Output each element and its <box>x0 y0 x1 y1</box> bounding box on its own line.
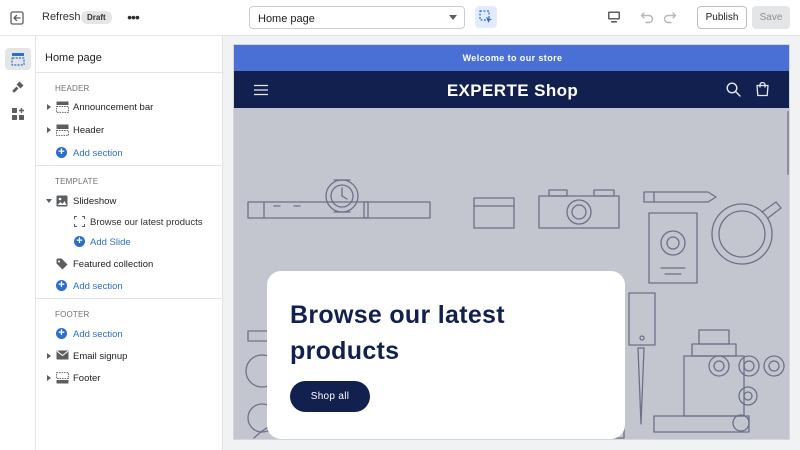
section-featured-collection[interactable]: Featured collection <box>36 254 223 274</box>
group-label-header: HEADER <box>55 84 90 93</box>
section-header[interactable]: Header <box>36 120 223 140</box>
store-header[interactable]: EXPERTE Shop <box>234 71 789 108</box>
chevron-down-icon <box>449 15 457 20</box>
desktop-preview-icon[interactable] <box>606 9 622 28</box>
store-preview: Welcome to our store EXPERTE Shop Browse… <box>233 44 790 440</box>
plus-circle-icon: + <box>56 280 67 291</box>
shop-name[interactable]: EXPERTE Shop <box>234 81 789 101</box>
section-label: Slideshow <box>73 196 117 207</box>
editor-rail <box>0 36 36 450</box>
search-icon[interactable] <box>726 82 741 97</box>
group-label-template: TEMPLATE <box>55 177 99 186</box>
shop-all-button[interactable]: Shop all <box>290 381 370 412</box>
block-frame-icon <box>74 216 85 227</box>
hero-content-card: Browse our latest products Shop all <box>267 271 625 439</box>
undo-icon[interactable] <box>639 9 655 28</box>
section-label: Footer <box>73 373 101 384</box>
hero-slideshow[interactable]: Browse our latest products Shop all <box>234 108 789 439</box>
plus-circle-icon: + <box>56 328 67 339</box>
hero-heading: Browse our latest products <box>290 301 505 365</box>
add-section-template-button[interactable]: + Add section <box>36 276 223 296</box>
panel-title: Home page <box>45 52 102 64</box>
caret-right-icon[interactable] <box>47 353 51 359</box>
inspector-toggle[interactable] <box>475 6 497 28</box>
rail-app-blocks-button[interactable] <box>5 103 31 125</box>
image-icon <box>56 195 68 207</box>
add-section-label: Add section <box>73 329 123 340</box>
announcement-bar-icon <box>56 101 69 113</box>
caret-right-icon[interactable] <box>47 127 51 133</box>
section-footer[interactable]: Footer <box>36 368 223 388</box>
caret-right-icon[interactable] <box>47 375 51 381</box>
rail-sections-button[interactable] <box>5 48 31 70</box>
plus-circle-icon: + <box>74 236 85 247</box>
preview-scrollbar[interactable] <box>787 111 789 175</box>
add-section-label: Add section <box>73 281 123 292</box>
page-select[interactable]: Home page <box>249 6 465 29</box>
save-button[interactable]: Save <box>752 6 790 29</box>
redo-icon[interactable] <box>662 9 678 28</box>
exit-icon[interactable] <box>8 9 26 27</box>
section-announcement-bar[interactable]: Announcement bar <box>36 97 223 117</box>
header-section-icon <box>56 124 69 136</box>
block-slide[interactable]: Browse our latest products <box>36 212 223 232</box>
group-label-footer: FOOTER <box>55 310 90 319</box>
section-email-signup[interactable]: Email signup <box>36 346 223 366</box>
select-cursor-icon <box>479 10 492 23</box>
cart-icon[interactable] <box>755 82 770 97</box>
theme-settings-icon <box>12 81 24 93</box>
sections-icon <box>11 53 25 66</box>
add-slide-label: Add Slide <box>90 237 131 248</box>
sections-panel: Home page HEADER Announcement bar Header… <box>36 36 223 450</box>
add-section-footer-button[interactable]: + Add section <box>36 324 223 344</box>
caret-down-icon[interactable] <box>46 199 52 203</box>
section-label: Featured collection <box>73 259 154 270</box>
add-slide-button[interactable]: + Add Slide <box>36 232 223 252</box>
more-actions-icon[interactable]: ••• <box>124 9 142 27</box>
divider <box>36 72 223 73</box>
add-section-label: Add section <box>73 148 123 159</box>
announcement-bar[interactable]: Welcome to our store <box>234 45 789 71</box>
add-section-header-button[interactable]: + Add section <box>36 143 223 163</box>
section-label: Header <box>73 125 105 136</box>
editor-topbar: Refresh Draft ••• Home page Publish Save <box>0 0 800 36</box>
section-label: Announcement bar <box>73 102 154 113</box>
publish-button[interactable]: Publish <box>697 6 747 29</box>
tag-icon <box>56 258 68 270</box>
status-badge: Draft <box>81 11 112 24</box>
block-label: Browse our latest products <box>90 217 203 228</box>
section-slideshow[interactable]: Slideshow <box>36 191 223 211</box>
divider <box>36 298 223 299</box>
app-blocks-icon <box>12 108 24 120</box>
footer-section-icon <box>56 372 69 384</box>
section-label: Email signup <box>73 351 128 362</box>
envelope-icon <box>56 350 69 360</box>
plus-circle-icon: + <box>56 147 67 158</box>
caret-right-icon[interactable] <box>47 104 51 110</box>
refresh-button[interactable]: Refresh <box>42 11 81 23</box>
page-select-value: Home page <box>258 13 315 25</box>
rail-theme-settings-button[interactable] <box>5 76 31 98</box>
divider <box>36 165 223 166</box>
